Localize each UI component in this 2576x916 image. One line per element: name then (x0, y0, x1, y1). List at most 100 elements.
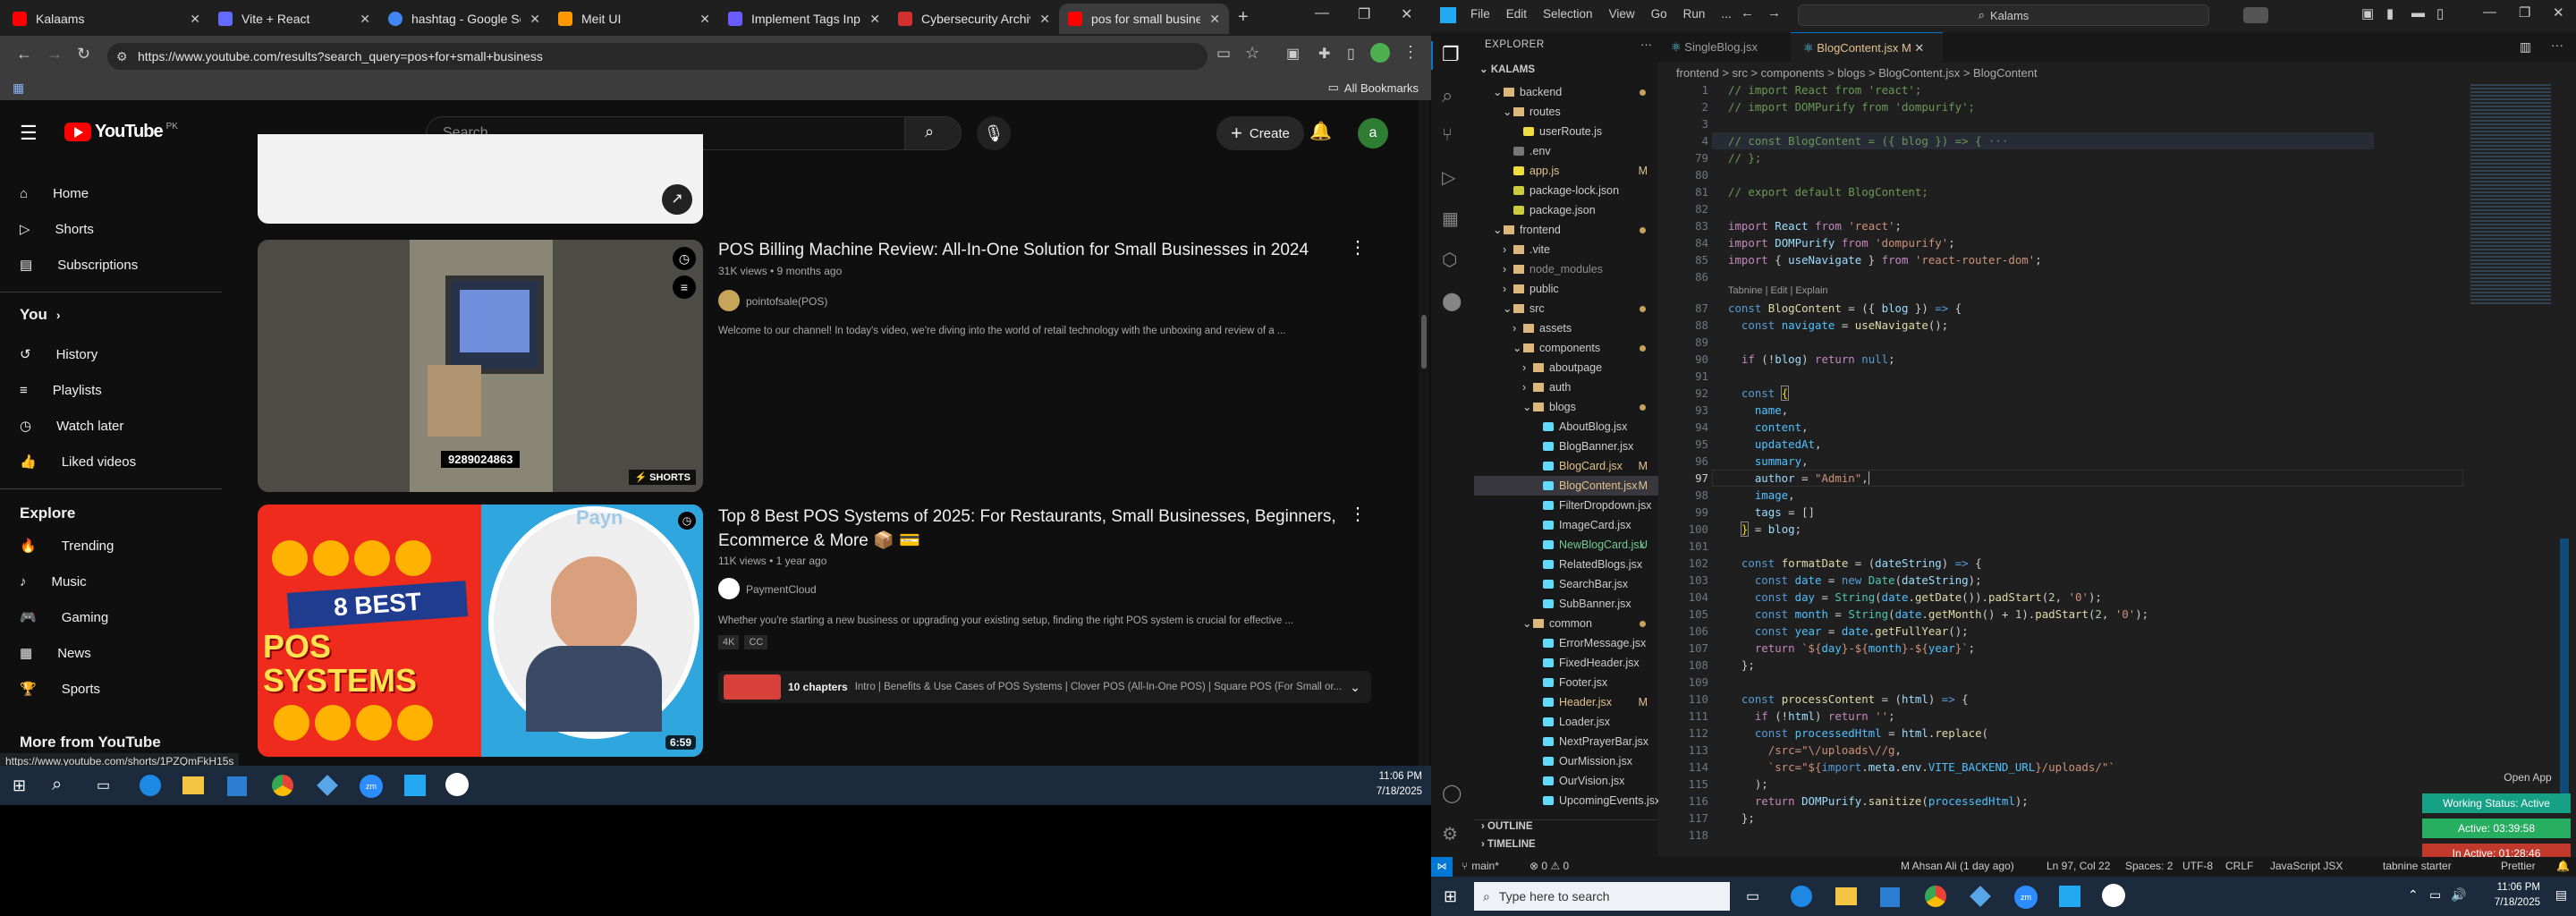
site-info-icon[interactable]: ⚙ (116, 49, 128, 64)
code-line[interactable]: /src="\/uploads\//g, (1728, 742, 1902, 759)
close-icon[interactable]: ✕ (869, 12, 880, 27)
layout-icon[interactable]: ▣ (2361, 5, 2374, 21)
scrollbar-thumb[interactable] (1421, 315, 1427, 369)
file-item[interactable]: OurMission.jsx (1474, 751, 1658, 771)
minimize-icon[interactable]: — (2483, 4, 2496, 20)
editor-tab-singleblog[interactable]: ⚛ SingleBlog.jsx (1658, 32, 1791, 63)
video-menu-icon[interactable]: ⋮ (1349, 503, 1367, 525)
code-line[interactable]: updatedAt, (1728, 436, 1822, 453)
youtube-logo[interactable]: YouTube PK (64, 122, 178, 142)
encoding[interactable]: UTF-8 (2182, 860, 2213, 872)
search-icon[interactable]: ⌕ (1442, 84, 1453, 107)
file-item[interactable]: userRoute.js (1474, 122, 1658, 141)
video-thumbnail[interactable]: 9289024863 ◷ ≡ ⚡ SHORTS (258, 240, 703, 492)
chapters-bar[interactable]: 10 chapters Intro | Benefits & Use Cases… (718, 671, 1371, 703)
timeline-section[interactable]: › TIMELINE (1481, 839, 1536, 850)
menu-edit[interactable]: Edit (1506, 7, 1527, 21)
code-line[interactable]: const { (1728, 385, 1790, 402)
page-scrollbar[interactable] (1419, 100, 1429, 766)
vscode-icon[interactable] (2059, 886, 2080, 907)
all-bookmarks[interactable]: ▭ All Bookmarks (1328, 81, 1419, 95)
channel-avatar[interactable] (718, 578, 740, 599)
toggle-panel-icon[interactable]: ▬ (2411, 5, 2425, 21)
code-line[interactable]: const navigate = useNavigate(); (1728, 317, 1948, 334)
video-title[interactable]: POS Billing Machine Review: All-In-One S… (718, 238, 1362, 262)
code-line[interactable]: author = "Admin", (1728, 470, 1869, 487)
tabnine-status[interactable]: tabnine starter (2383, 860, 2452, 872)
sidebar-item-playlists[interactable]: ≡ Playlists (20, 372, 102, 408)
zoom-icon[interactable]: zm (360, 775, 383, 798)
codelens[interactable]: Tabnine | Edit | Explain (1728, 285, 1828, 296)
close-icon[interactable]: ✕ (190, 12, 200, 27)
sidebar-you-heading[interactable]: You › (20, 306, 61, 324)
command-center-search[interactable]: ⌕ Kalams (1798, 4, 2209, 26)
tray-chevron-icon[interactable]: ⌃ (2408, 887, 2419, 903)
video-menu-icon[interactable]: ⋮ (1349, 236, 1367, 259)
chevron-down-icon[interactable]: ⌄ (1350, 680, 1371, 695)
explorer-icon[interactable]: ❐ (1442, 43, 1460, 66)
indentation[interactable]: Spaces: 2 (2125, 860, 2173, 872)
toggle-secondary-sidebar-icon[interactable]: ▯ (2436, 5, 2444, 21)
split-editor-icon[interactable]: ▥ (2520, 39, 2531, 55)
git-branch[interactable]: ⑂ main* (1462, 860, 1499, 872)
apps-icon[interactable]: ▦ (13, 81, 24, 96)
clock[interactable]: 11:06 PM 7/18/2025 (1377, 769, 1422, 800)
task-view-icon[interactable]: ▭ (1746, 887, 1759, 905)
code-line[interactable]: // }; (1728, 149, 1761, 166)
menu-go[interactable]: Go (1651, 7, 1667, 21)
folder-item[interactable]: ⌄ routes (1474, 102, 1658, 122)
sidebar-item-home[interactable]: ⌂ Home (20, 175, 89, 211)
folder-item[interactable]: › auth (1474, 377, 1658, 397)
code-line[interactable]: content, (1728, 419, 1809, 436)
close-icon[interactable]: ✕ (699, 12, 710, 27)
code-line[interactable]: } = blog; (1728, 521, 1801, 538)
vscode-icon[interactable] (404, 775, 426, 796)
copilot-icon[interactable] (2243, 7, 2268, 23)
code-line[interactable]: const formatDate = (dateString) => { (1728, 555, 1982, 572)
code-line[interactable]: image, (1728, 487, 1795, 504)
code-line[interactable]: summary, (1728, 453, 1809, 470)
toggle-sidebar-icon[interactable]: ▮ (2386, 5, 2394, 21)
watch-later-icon[interactable]: ◷ (678, 512, 696, 530)
code-line[interactable]: // import DOMPurify from 'dompurify'; (1728, 98, 1975, 115)
menu-run[interactable]: Run (1683, 7, 1706, 21)
browser-tab[interactable]: Meit UI ✕ (549, 4, 719, 34)
close-icon[interactable]: ✕ (530, 12, 540, 27)
sidebar-item-history[interactable]: ↺ History (20, 336, 97, 372)
chrome-icon[interactable] (272, 775, 293, 796)
puzzle-icon[interactable]: ✚ (1318, 45, 1330, 63)
breadcrumb[interactable]: frontend > src > components > blogs > Bl… (1676, 64, 2038, 82)
workspace-root[interactable]: ⌄ KALAMS (1479, 63, 1535, 75)
code-line[interactable]: const month = String(date.getMonth() + 1… (1728, 606, 2148, 623)
more-actions-icon[interactable]: ··· (2551, 38, 2563, 52)
address-bar-input[interactable]: https://www.youtube.com/results?search_q… (107, 43, 1208, 70)
forward-icon[interactable]: → (1767, 5, 1781, 21)
sidebar-item-subscriptions[interactable]: ▤ Subscriptions (20, 247, 138, 283)
extension-icon[interactable]: ▣ (1286, 45, 1300, 63)
close-icon[interactable]: ✕ (1039, 12, 1050, 27)
task-view-icon[interactable]: ▭ (97, 776, 110, 794)
code-line[interactable]: tags = [] (1728, 504, 1815, 521)
folder-item[interactable]: ⌄ src (1474, 299, 1658, 318)
minimize-icon[interactable]: — (1315, 5, 1329, 21)
file-item[interactable]: package-lock.json (1474, 181, 1658, 200)
notifications-bell-icon[interactable]: 🔔 (1309, 120, 1332, 142)
folder-item[interactable]: ⌄ frontend (1474, 220, 1658, 240)
code-line[interactable]: name, (1728, 402, 1788, 419)
file-explorer-icon[interactable] (1835, 887, 1857, 905)
code-line[interactable]: import { useNavigate } from 'react-route… (1728, 251, 2042, 268)
git-blame[interactable]: M Ahsan Ali (1 day ago) (1901, 860, 2014, 872)
video-thumbnail-previous[interactable]: ↗ (258, 134, 703, 224)
open-external-icon[interactable]: ↗ (662, 184, 692, 215)
app-icon[interactable] (317, 775, 338, 796)
watch-later-icon[interactable]: ◷ (673, 247, 696, 270)
code-line[interactable]: const day = String(date.getDate()).padSt… (1728, 589, 2102, 606)
new-tab-icon[interactable]: + (1238, 7, 1249, 28)
bookmark-star-icon[interactable]: ☆ (1245, 44, 1259, 63)
code-line[interactable]: // export default BlogContent; (1728, 183, 1928, 200)
code-line[interactable]: const processContent = (html) => { (1728, 691, 1969, 708)
file-item[interactable]: AboutBlog.jsx (1474, 417, 1658, 437)
maximize-icon[interactable]: ❐ (2519, 4, 2530, 21)
browser-tab[interactable]: Cybersecurity Archive ✕ (889, 4, 1059, 34)
taskbar-search-box[interactable]: ⌕ Type here to search (1474, 882, 1730, 911)
